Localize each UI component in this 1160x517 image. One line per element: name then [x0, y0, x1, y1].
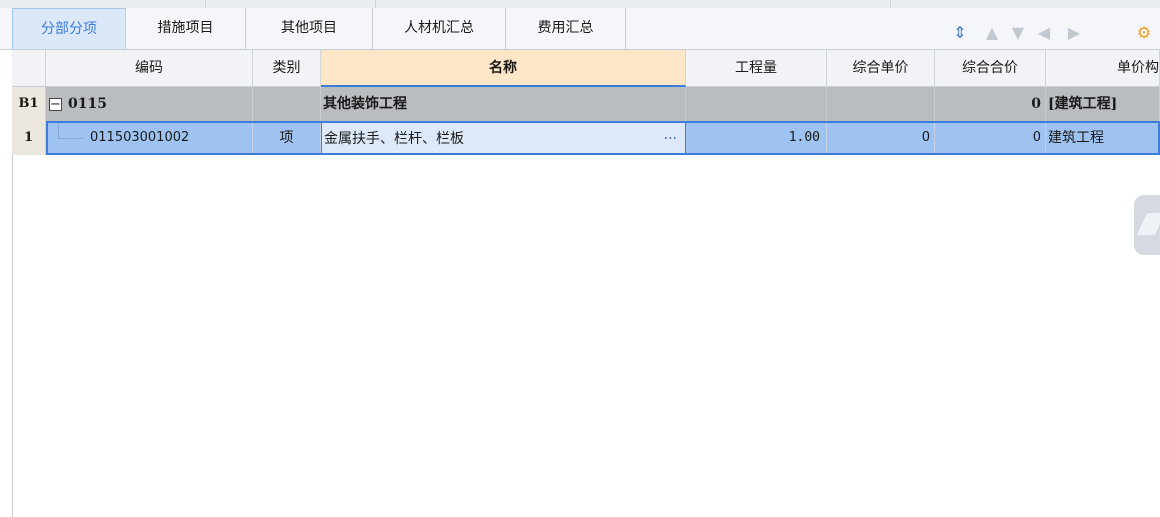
header-name[interactable]: 名称 — [321, 50, 686, 87]
quantity-cell — [686, 87, 827, 121]
top-divider — [375, 0, 376, 8]
header-total-price[interactable]: 综合合价 — [935, 50, 1046, 86]
type-cell — [253, 87, 321, 121]
row-number: B1 — [12, 87, 46, 121]
settings-icon[interactable]: ⚙ — [1134, 20, 1154, 46]
header-type[interactable]: 类别 — [253, 50, 321, 86]
arrow-right-icon[interactable]: ▶ — [1064, 20, 1084, 46]
tab-fenbu-fenxiang[interactable]: 分部分项 — [12, 8, 126, 49]
header-code[interactable]: 编码 — [46, 50, 253, 86]
more-icon[interactable]: ··· — [664, 122, 677, 154]
code-text: 011503001002 — [90, 130, 190, 145]
code-cell[interactable]: 011503001002 — [46, 121, 253, 155]
table-row-group[interactable]: B1 −0115 其他装饰工程 0 [建筑工程] — [12, 87, 1160, 121]
row-number: 1 — [12, 121, 46, 155]
unit-spec-cell[interactable]: 建筑工程 — [1046, 121, 1160, 155]
floating-tool-button[interactable] — [1134, 195, 1160, 255]
header-quantity[interactable]: 工程量 — [686, 50, 827, 86]
code-cell: −0115 — [46, 87, 253, 121]
tab-bar: 分部分项 措施项目 其他项目 人材机汇总 费用汇总 ⇕ ▲ ▼ ◀ ▶ ⚙ — [0, 8, 1160, 50]
tree-line — [58, 121, 83, 139]
top-divider — [205, 0, 206, 8]
unit-price-cell — [827, 87, 935, 121]
edit-icon — [1136, 213, 1160, 235]
name-cell[interactable]: 金属扶手、栏杆、栏板 ··· — [321, 121, 686, 155]
grid-header: 编码 类别 名称 工程量 综合单价 综合合价 单价构 — [12, 50, 1160, 87]
tab-qita-xiangmu[interactable]: 其他项目 — [246, 8, 373, 49]
tab-rencaiji-huizong[interactable]: 人材机汇总 — [373, 8, 506, 49]
tab-cuoshi-xiangmu[interactable]: 措施项目 — [126, 8, 246, 49]
header-unit-spec[interactable]: 单价构 — [1046, 50, 1160, 86]
header-unit-price[interactable]: 综合单价 — [827, 50, 935, 86]
unit-spec-cell: [建筑工程] — [1046, 87, 1160, 121]
tab-list: 分部分项 措施项目 其他项目 人材机汇总 费用汇总 — [12, 8, 626, 49]
arrow-left-icon[interactable]: ◀ — [1034, 20, 1054, 46]
type-cell[interactable]: 项 — [253, 121, 321, 155]
unit-price-cell[interactable]: 0 — [827, 121, 935, 155]
collapse-icon[interactable]: − — [49, 97, 62, 111]
total-price-cell[interactable]: 0 — [935, 121, 1046, 155]
sort-icon[interactable]: ⇕ — [950, 20, 970, 46]
total-price-cell: 0 — [935, 87, 1046, 121]
header-rownum — [12, 50, 46, 86]
table-row[interactable]: 1 011503001002 项 金属扶手、栏杆、栏板 ··· 1.00 0 0… — [12, 121, 1160, 155]
arrow-up-icon[interactable]: ▲ — [982, 20, 1002, 46]
name-text: 金属扶手、栏杆、栏板 — [324, 131, 464, 147]
quantity-cell[interactable]: 1.00 — [686, 121, 827, 155]
name-cell: 其他装饰工程 — [321, 87, 686, 121]
code-text: 0115 — [68, 96, 107, 112]
tab-feiyong-huizong[interactable]: 费用汇总 — [506, 8, 626, 49]
arrow-down-icon[interactable]: ▼ — [1008, 20, 1028, 46]
top-divider — [890, 0, 891, 8]
